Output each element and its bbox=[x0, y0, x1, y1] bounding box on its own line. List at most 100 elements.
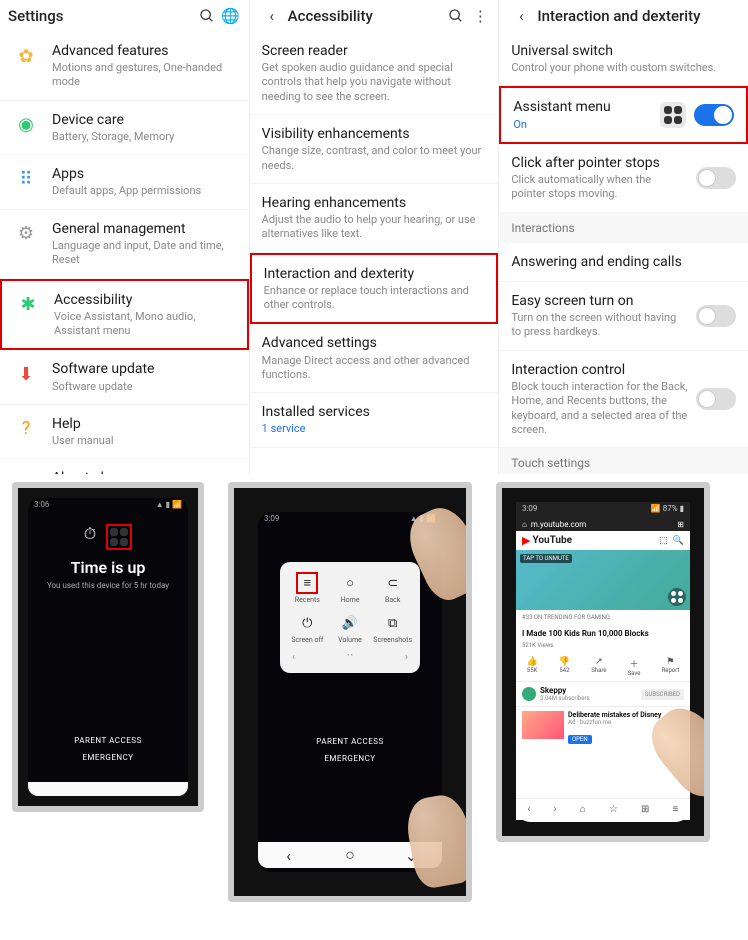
unmute-badge[interactable]: TAP TO UNMUTE bbox=[520, 554, 572, 563]
video-player[interactable]: TAP TO UNMUTE bbox=[516, 550, 690, 610]
back-icon[interactable]: ‹ bbox=[262, 6, 282, 26]
browser-url-bar[interactable]: ⌂ m.youtube.com ⊞ bbox=[516, 518, 690, 531]
accessibility-panel: ‹ Accessibility ⋮ Screen reader Get spok… bbox=[250, 0, 500, 474]
row-label: Answering and ending calls bbox=[511, 253, 736, 271]
assist-home[interactable]: ○ Home bbox=[329, 568, 372, 608]
toggle-switch[interactable] bbox=[696, 167, 736, 189]
emergency-button[interactable]: EMERGENCY bbox=[28, 749, 188, 766]
browser-fwd-icon[interactable]: › bbox=[554, 804, 557, 815]
search-icon[interactable]: 🔍 bbox=[673, 536, 684, 546]
timeup-title: Time is up bbox=[28, 558, 188, 577]
settings-row-about[interactable]: ⓘ About phone Status, Legal information,… bbox=[0, 459, 249, 474]
back-icon[interactable]: ‹ bbox=[511, 6, 531, 26]
browser-menu-icon[interactable]: ≡ bbox=[673, 804, 679, 815]
interaction-row[interactable]: Universal switch Control your phone with… bbox=[499, 32, 748, 86]
assistant-menu-floating-button[interactable] bbox=[668, 588, 686, 606]
status-time: 3:06 bbox=[34, 500, 49, 512]
interaction-row[interactable]: Answering and ending calls bbox=[499, 243, 748, 282]
row-label: Advanced settings bbox=[262, 334, 487, 352]
assist-volume[interactable]: 🔊Volume bbox=[329, 608, 372, 648]
assist-screenshots[interactable]: ⧉Screenshots bbox=[371, 608, 414, 648]
assist-label: Recents bbox=[286, 596, 329, 604]
row-desc: User manual bbox=[52, 434, 237, 448]
row-label: Accessibility bbox=[54, 291, 235, 309]
assistant-menu-icon bbox=[660, 102, 686, 128]
accessibility-row[interactable]: Interaction and dexterity Enhance or rep… bbox=[250, 253, 499, 325]
assist-prev-icon[interactable]: ‹ bbox=[292, 652, 295, 663]
parent-access-button[interactable]: PARENT ACCESS bbox=[258, 733, 442, 750]
settings-panel: Settings 🌐 ✿ Advanced features Motions a… bbox=[0, 0, 250, 474]
interaction-row[interactable]: Click after pointer stops Click automati… bbox=[499, 144, 748, 213]
row-desc: On bbox=[513, 118, 660, 132]
browser-tabs-icon[interactable]: ⊞ bbox=[641, 804, 649, 815]
nav-home-icon[interactable]: ○ bbox=[339, 848, 361, 862]
parent-access-button[interactable]: PARENT ACCESS bbox=[28, 732, 188, 749]
row-desc: Battery, Storage, Memory bbox=[52, 130, 237, 144]
interaction-row[interactable]: Assistant menu On bbox=[499, 86, 748, 143]
subscribed-button[interactable]: SUBSCRIBED bbox=[641, 689, 684, 700]
yt-action-save[interactable]: ＋Save bbox=[628, 657, 641, 677]
about-icon: ⓘ bbox=[12, 469, 40, 474]
accessibility-row[interactable]: Installed services 1 service bbox=[250, 393, 499, 447]
assist-back[interactable]: ⊂Back bbox=[371, 568, 414, 608]
accessibility-row[interactable]: Screen reader Get spoken audio guidance … bbox=[250, 32, 499, 115]
settings-row-advanced[interactable]: ✿ Advanced features Motions and gestures… bbox=[0, 32, 249, 101]
assist-label: Screen off bbox=[286, 636, 329, 644]
yt-action-report[interactable]: ⚑Report bbox=[662, 657, 680, 677]
yt-action-share[interactable]: ↗Share bbox=[591, 657, 606, 677]
row-desc: Voice Assistant, Mono audio, Assistant m… bbox=[54, 310, 235, 339]
row-label: Interaction and dexterity bbox=[264, 265, 485, 283]
row-desc: Turn on the screen without having to pre… bbox=[511, 311, 688, 340]
assist-recents[interactable]: ≡ Recents bbox=[286, 568, 329, 608]
search-icon[interactable] bbox=[446, 6, 466, 26]
row-label: Interaction control bbox=[511, 361, 688, 379]
toggle-switch[interactable] bbox=[696, 305, 736, 327]
assist-icon: ⧉ bbox=[382, 612, 404, 634]
channel-avatar[interactable] bbox=[522, 687, 536, 701]
settings-row-general[interactable]: ⚙ General management Language and input,… bbox=[0, 210, 249, 279]
row-desc: Block touch interaction for the Back, Ho… bbox=[511, 380, 688, 437]
settings-row-help[interactable]: ? Help User manual bbox=[0, 405, 249, 459]
settings-row-accessibility[interactable]: ✱ Accessibility Voice Assistant, Mono au… bbox=[0, 279, 249, 351]
cast-icon[interactable]: ⬚ bbox=[659, 536, 668, 546]
assist-next-icon[interactable]: › bbox=[405, 652, 408, 663]
open-button[interactable]: OPEN bbox=[568, 735, 592, 744]
globe-icon[interactable]: 🌐 bbox=[221, 6, 241, 26]
tabs-icon[interactable]: ⊞ bbox=[677, 520, 684, 529]
accessibility-row[interactable]: Hearing enhancements Adjust the audio to… bbox=[250, 184, 499, 253]
more-icon[interactable]: ⋮ bbox=[470, 6, 490, 26]
accessibility-row[interactable]: Visibility enhancements Change size, con… bbox=[250, 115, 499, 184]
interaction-row[interactable]: Easy screen turn on Turn on the screen w… bbox=[499, 282, 748, 351]
youtube-logo-icon[interactable]: ▶ bbox=[522, 534, 530, 547]
yt-action-542[interactable]: 👎542 bbox=[559, 657, 570, 677]
channel-name[interactable]: Skeppy bbox=[540, 686, 641, 695]
row-label: Assistant menu bbox=[513, 98, 660, 116]
assist-label: Volume bbox=[329, 636, 372, 644]
toggle-switch[interactable] bbox=[694, 104, 734, 126]
browser-back-icon[interactable]: ‹ bbox=[528, 804, 531, 815]
settings-title: Settings bbox=[8, 7, 193, 25]
youtube-logo-text: YouTube bbox=[532, 535, 572, 546]
assist-label: Home bbox=[329, 596, 372, 604]
accessibility-row[interactable]: Advanced settings Manage Direct access a… bbox=[250, 324, 499, 393]
settings-row-apps[interactable]: ⠿ Apps Default apps, App permissions bbox=[0, 155, 249, 209]
search-icon[interactable] bbox=[197, 6, 217, 26]
next-video-thumb[interactable] bbox=[522, 711, 564, 739]
emergency-button[interactable]: EMERGENCY bbox=[258, 750, 442, 767]
assistant-menu-floating-button[interactable] bbox=[106, 524, 132, 550]
settings-row-software-update[interactable]: ⬇ Software update Software update bbox=[0, 350, 249, 404]
section-touch: Touch settings bbox=[499, 448, 748, 474]
row-label: Advanced features bbox=[52, 42, 237, 60]
nav-recents-icon[interactable]: ‹ bbox=[278, 848, 300, 862]
assist-icon: ≡ bbox=[296, 572, 318, 594]
browser-home-icon[interactable]: ⌂ bbox=[580, 804, 586, 815]
yt-action-55k[interactable]: 👍55K bbox=[527, 657, 538, 677]
assist-screen-off[interactable]: ⏻Screen off bbox=[286, 608, 329, 648]
toggle-switch[interactable] bbox=[696, 388, 736, 410]
video-title: I Made 100 Kids Run 10,000 Blocks bbox=[516, 625, 690, 642]
settings-row-device-care[interactable]: ◉ Device care Battery, Storage, Memory bbox=[0, 101, 249, 155]
browser-bookmark-icon[interactable]: ☆ bbox=[609, 804, 618, 815]
interaction-row[interactable]: Interaction control Block touch interact… bbox=[499, 351, 748, 448]
assist-icon: ○ bbox=[339, 572, 361, 594]
row-desc: Adjust the audio to help your hearing, o… bbox=[262, 213, 487, 242]
